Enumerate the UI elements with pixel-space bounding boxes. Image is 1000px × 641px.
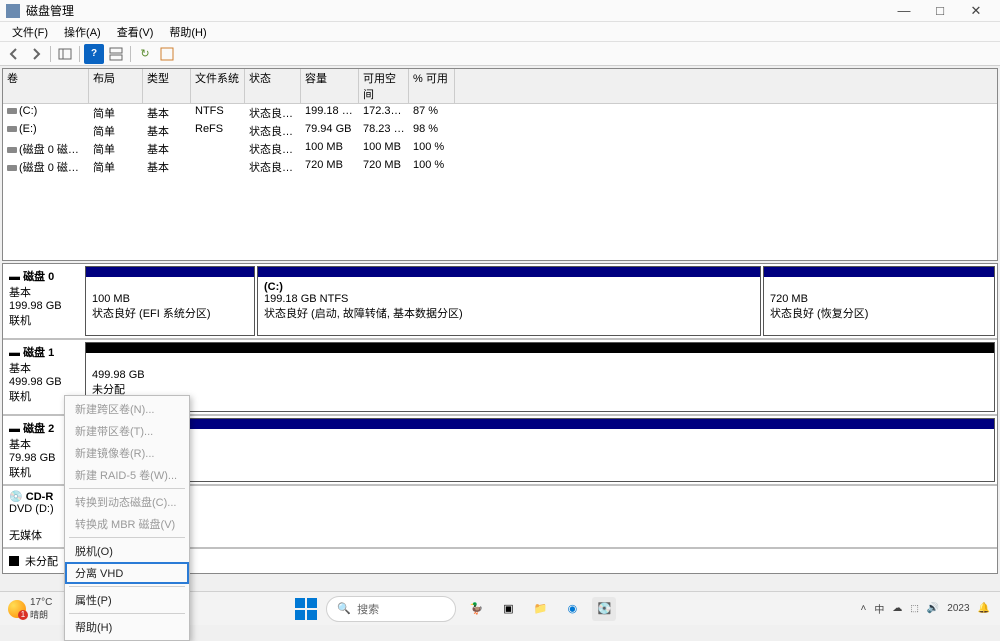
ctx-new-stripe: 新建带区卷(T)... [65,420,189,442]
taskbar-app-edge[interactable]: ◉ [560,597,584,621]
disk0-info[interactable]: ▬ 磁盘 0 基本 199.98 GB 联机 [5,266,85,336]
minimize-button[interactable]: — [886,0,922,22]
col-free[interactable]: 可用空间 [359,69,409,103]
start-button[interactable] [294,597,318,621]
menu-action[interactable]: 操作(A) [56,22,109,42]
ctx-help[interactable]: 帮助(H) [65,616,189,638]
title-bar: 磁盘管理 — □ ✕ [0,0,1000,22]
taskbar-app-taskview[interactable]: ▣ [496,597,520,621]
volume-rows: (C:)简单基本NTFS状态良好 (...199.18 GB172.36 ...… [3,104,997,260]
ctx-separator [69,613,185,614]
col-layout[interactable]: 布局 [89,69,143,103]
taskbar-app-1[interactable]: 🦆 [464,597,488,621]
ctx-offline[interactable]: 脱机(O) [65,540,189,562]
disk2-part1[interactable] [85,418,995,482]
refresh-icon[interactable]: ↻ [135,44,155,64]
weather-icon: 1 [8,600,26,618]
tray-ime[interactable]: 中 [874,601,884,616]
taskbar-weather[interactable]: 1 17°C 晴朗 [0,597,60,621]
col-status[interactable]: 状态 [245,69,301,103]
ctx-separator [69,537,185,538]
menu-view[interactable]: 查看(V) [109,22,162,42]
tray-year[interactable]: 2023 [947,603,969,614]
window-title: 磁盘管理 [26,2,886,19]
ctx-convert-mbr: 转换成 MBR 磁盘(V) [65,513,189,535]
app-icon [6,4,20,18]
ctx-convert-dynamic: 转换到动态磁盘(C)... [65,491,189,513]
taskbar-search[interactable]: 🔍 搜索 [326,596,456,622]
list-icon[interactable] [157,44,177,64]
back-icon[interactable] [4,44,24,64]
ctx-new-raid5: 新建 RAID-5 卷(W)... [65,464,189,486]
disk0-part2[interactable]: (C:)199.18 GB NTFS状态良好 (启动, 故障转储, 基本数据分区… [257,266,761,336]
col-type[interactable]: 类型 [143,69,191,103]
forward-icon[interactable] [26,44,46,64]
tray-volume-icon[interactable]: 🔊 [927,603,939,614]
volume-row[interactable]: (磁盘 0 磁盘分区 1)简单基本状态良好 (...100 MB100 MB10… [3,140,997,158]
col-capacity[interactable]: 容量 [301,69,359,103]
col-percent[interactable]: % 可用 [409,69,455,103]
volume-row[interactable]: (E:)简单基本ReFS状态良好 (...79.94 GB78.23 GB98 … [3,122,997,140]
ctx-separator [69,586,185,587]
ctx-new-span: 新建跨区卷(N)... [65,398,189,420]
layout-icon[interactable] [106,44,126,64]
tray-network-icon[interactable]: ⬚ [910,603,919,614]
menu-file[interactable]: 文件(F) [4,22,56,42]
taskbar-app-explorer[interactable]: 📁 [528,597,552,621]
volume-header: 卷 布局 类型 文件系统 状态 容量 可用空间 % 可用 [3,69,997,104]
menu-help[interactable]: 帮助(H) [161,22,214,42]
separator [130,46,131,62]
legend-label-unalloc: 未分配 [25,553,58,569]
help-icon[interactable]: ? [84,44,104,64]
weather-temp: 17°C [30,597,52,608]
maximize-button[interactable]: □ [922,0,958,22]
separator [79,46,80,62]
disk0-part1[interactable]: 100 MB状态良好 (EFI 系统分区) [85,266,255,336]
context-menu: 新建跨区卷(N)... 新建带区卷(T)... 新建镜像卷(R)... 新建 R… [64,395,190,641]
tray-notifications-icon[interactable]: 🔔 [978,603,990,614]
disk-row-0: ▬ 磁盘 0 基本 199.98 GB 联机 100 MB状态良好 (EFI 系… [3,264,997,340]
tray-cloud-icon[interactable]: ☁ [892,603,902,614]
volume-list: 卷 布局 类型 文件系统 状态 容量 可用空间 % 可用 (C:)简单基本NTF… [2,68,998,261]
col-volume[interactable]: 卷 [3,69,89,103]
close-button[interactable]: ✕ [958,0,994,22]
panel-icon[interactable] [55,44,75,64]
ctx-detach-vhd[interactable]: 分离 VHD [65,562,189,584]
col-fs[interactable]: 文件系统 [191,69,245,103]
ctx-properties[interactable]: 属性(P) [65,589,189,611]
volume-row[interactable]: (磁盘 0 磁盘分区 4)简单基本状态良好 (...720 MB720 MB10… [3,158,997,176]
menu-bar: 文件(F) 操作(A) 查看(V) 帮助(H) [0,22,1000,42]
legend-swatch-unalloc [9,556,19,566]
weather-cond: 晴朗 [30,608,52,621]
ctx-new-mirror: 新建镜像卷(R)... [65,442,189,464]
taskbar-app-diskmgmt[interactable]: 💽 [592,597,616,621]
toolbar: ? ↻ [0,42,1000,66]
volume-row[interactable]: (C:)简单基本NTFS状态良好 (...199.18 GB172.36 ...… [3,104,997,122]
disk1-part1[interactable]: 499.98 GB未分配 [85,342,995,412]
ctx-separator [69,488,185,489]
tray-chevron-icon[interactable]: ˄ [860,603,866,614]
separator [50,46,51,62]
disk0-part3[interactable]: 720 MB状态良好 (恢复分区) [763,266,995,336]
